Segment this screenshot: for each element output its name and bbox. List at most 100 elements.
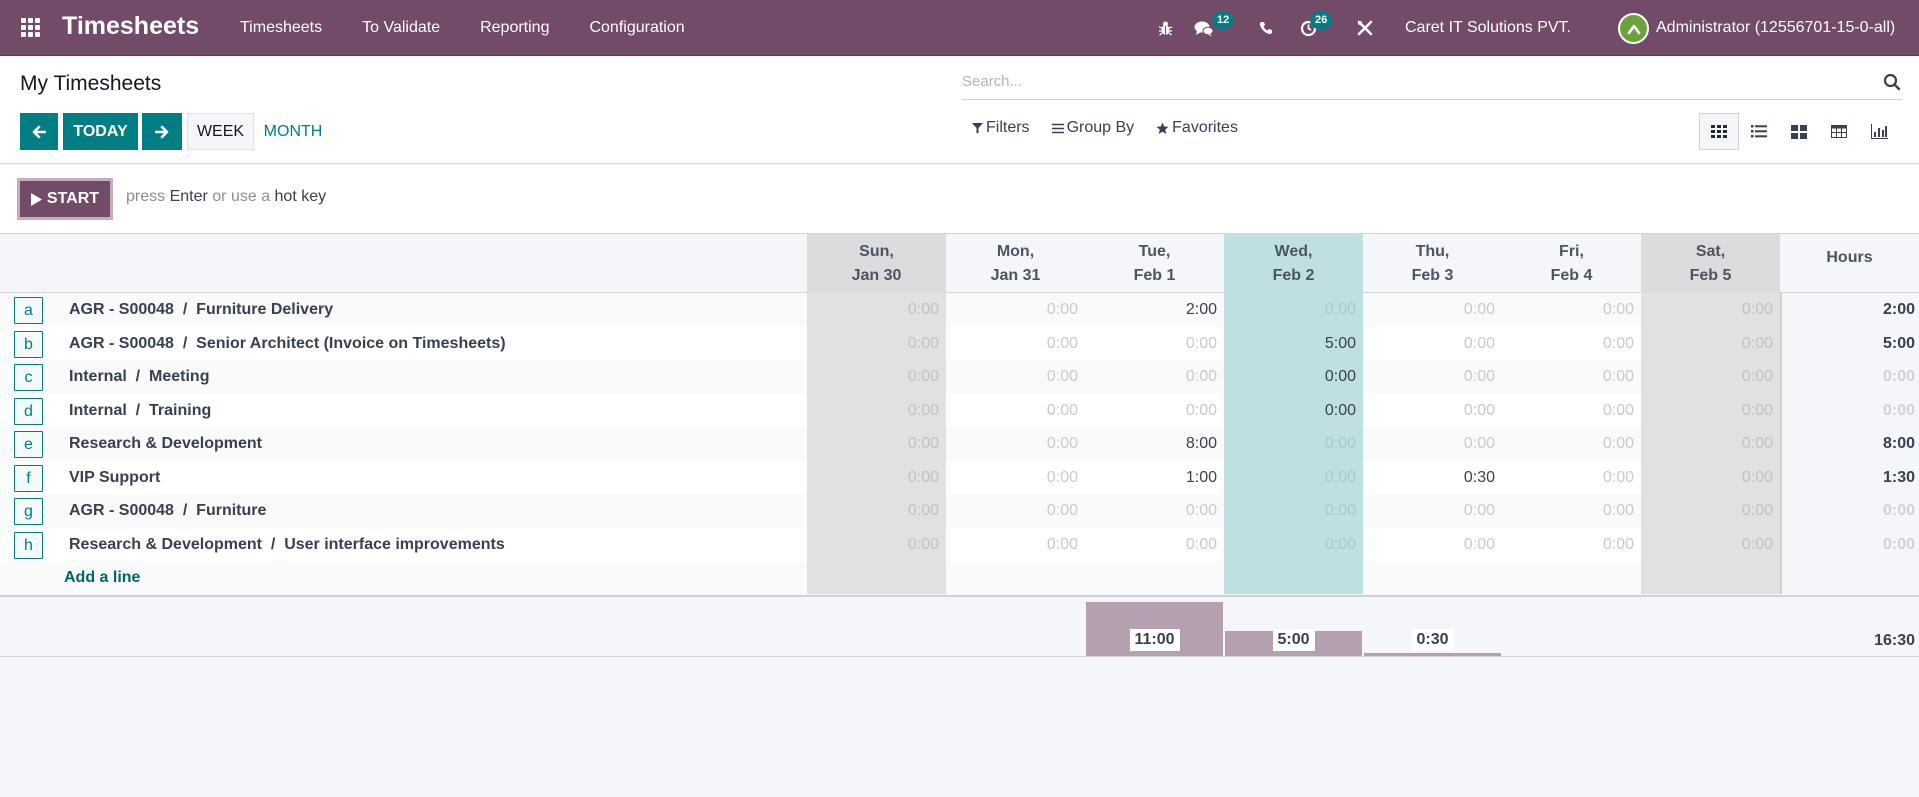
row-hotkey[interactable]: a: [14, 297, 43, 324]
time-cell[interactable]: 0:00: [1641, 527, 1780, 561]
time-cell[interactable]: 0:00: [807, 494, 946, 528]
time-cell[interactable]: 0:00: [1641, 360, 1780, 394]
pivot-view-button[interactable]: [1819, 113, 1859, 150]
today-button[interactable]: TODAY: [63, 113, 138, 150]
time-cell[interactable]: 0:00: [1085, 394, 1224, 428]
time-cell[interactable]: 0:00: [1641, 494, 1780, 528]
week-range-button[interactable]: WEEK: [187, 113, 254, 150]
tools-icon[interactable]: [1354, 17, 1376, 39]
menu-reporting[interactable]: Reporting: [460, 0, 569, 56]
row-project-task[interactable]: Research & Development / User interface …: [69, 528, 505, 561]
row-hotkey[interactable]: b: [14, 330, 43, 358]
menu-configuration[interactable]: Configuration: [569, 0, 704, 56]
time-cell[interactable]: 0:30: [1363, 461, 1502, 495]
row-project-task[interactable]: AGR - S00048 / Furniture Delivery: [69, 293, 333, 326]
time-cell[interactable]: 0:00: [807, 293, 946, 327]
row-hotkey[interactable]: g: [14, 498, 43, 525]
next-period-button[interactable]: [142, 113, 182, 150]
time-cell[interactable]: 5:00: [1224, 326, 1363, 360]
time-cell[interactable]: 0:00: [807, 460, 946, 494]
grid-view-button[interactable]: [1699, 113, 1739, 150]
time-cell[interactable]: 0:00: [1363, 360, 1502, 394]
time-cell[interactable]: 0:00: [1502, 427, 1641, 461]
row-hotkey[interactable]: h: [14, 531, 43, 559]
menu-to-validate[interactable]: To Validate: [342, 0, 460, 56]
previous-period-button[interactable]: [20, 113, 58, 150]
time-cell[interactable]: 0:00: [1085, 327, 1224, 361]
row-project-task[interactable]: Research & Development: [69, 427, 262, 460]
search-icon[interactable]: [1882, 72, 1902, 92]
time-cell[interactable]: 0:00: [1224, 494, 1363, 528]
group-by-dropdown[interactable]: Group By: [1051, 119, 1134, 137]
time-cell[interactable]: 0:00: [1502, 528, 1641, 562]
month-range-button[interactable]: MONTH: [258, 113, 328, 150]
phone-icon[interactable]: [1255, 17, 1277, 39]
favorites-dropdown[interactable]: Favorites: [1156, 119, 1238, 137]
time-cell[interactable]: 0:00: [1641, 326, 1780, 360]
time-cell[interactable]: 0:00: [1502, 394, 1641, 428]
add-line-link[interactable]: Add a line: [64, 561, 140, 594]
time-cell[interactable]: 0:00: [946, 327, 1085, 361]
time-cell[interactable]: 0:00: [1502, 327, 1641, 361]
time-cell[interactable]: 0:00: [1502, 293, 1641, 327]
time-cell[interactable]: 1:00: [1085, 461, 1224, 495]
time-cell[interactable]: 0:00: [1224, 393, 1363, 427]
time-cell[interactable]: 0:00: [807, 326, 946, 360]
row-hotkey[interactable]: d: [14, 397, 43, 425]
row-project-task[interactable]: AGR - S00048 / Furniture: [69, 494, 266, 527]
apps-menu-icon[interactable]: [21, 18, 40, 37]
time-cell[interactable]: 0:00: [1085, 494, 1224, 528]
time-cell[interactable]: 0:00: [1641, 460, 1780, 494]
time-cell[interactable]: 0:00: [1641, 393, 1780, 427]
bug-icon[interactable]: [1154, 17, 1176, 39]
time-cell[interactable]: 0:00: [807, 393, 946, 427]
time-cell[interactable]: 0:00: [1224, 360, 1363, 394]
row-hotkey[interactable]: f: [14, 464, 43, 492]
time-cell[interactable]: 0:00: [946, 293, 1085, 327]
filters-dropdown[interactable]: Filters: [972, 119, 1030, 137]
time-cell[interactable]: 0:00: [1363, 427, 1502, 461]
time-cell[interactable]: 0:00: [1224, 527, 1363, 561]
company-switcher[interactable]: Caret IT Solutions PVT.: [1405, 0, 1571, 56]
time-cell[interactable]: 0:00: [1363, 327, 1502, 361]
time-cell[interactable]: 0:00: [946, 494, 1085, 528]
time-cell[interactable]: 0:00: [946, 394, 1085, 428]
time-cell[interactable]: 0:00: [1363, 394, 1502, 428]
graph-view-button[interactable]: [1859, 113, 1899, 150]
user-menu[interactable]: Administrator (12556701-15-0-all): [1656, 0, 1895, 56]
time-cell[interactable]: 0:00: [946, 528, 1085, 562]
time-cell[interactable]: 0:00: [946, 461, 1085, 495]
time-cell[interactable]: 0:00: [807, 427, 946, 461]
time-cell[interactable]: 0:00: [1224, 460, 1363, 494]
time-cell[interactable]: 0:00: [807, 527, 946, 561]
time-cell[interactable]: 2:00: [1085, 293, 1224, 327]
time-cell[interactable]: 0:00: [1363, 293, 1502, 327]
app-title[interactable]: Timesheets: [62, 12, 199, 41]
menu-timesheets[interactable]: Timesheets: [220, 0, 342, 56]
time-cell[interactable]: 0:00: [807, 360, 946, 394]
row-project-task[interactable]: AGR - S00048 / Senior Architect (Invoice…: [69, 327, 506, 360]
time-cell[interactable]: 0:00: [1502, 360, 1641, 394]
time-cell[interactable]: 0:00: [1641, 427, 1780, 461]
time-cell[interactable]: 0:00: [1224, 293, 1363, 327]
time-cell[interactable]: 0:00: [1363, 494, 1502, 528]
time-cell[interactable]: 0:00: [1502, 461, 1641, 495]
time-cell[interactable]: 8:00: [1085, 427, 1224, 461]
row-hotkey[interactable]: e: [14, 431, 43, 458]
time-cell[interactable]: 0:00: [1085, 360, 1224, 394]
row-project-task[interactable]: Internal / Training: [69, 394, 211, 427]
list-view-button[interactable]: [1739, 113, 1779, 150]
time-cell[interactable]: 0:00: [1641, 293, 1780, 327]
time-cell[interactable]: 0:00: [1502, 494, 1641, 528]
time-cell[interactable]: 0:00: [1224, 427, 1363, 461]
time-cell[interactable]: 0:00: [946, 360, 1085, 394]
time-cell[interactable]: 0:00: [1363, 528, 1502, 562]
row-hotkey[interactable]: c: [14, 364, 43, 391]
search-input[interactable]: [962, 66, 1862, 96]
kanban-view-button[interactable]: [1779, 113, 1819, 150]
user-avatar[interactable]: [1618, 13, 1649, 44]
time-cell[interactable]: 0:00: [1085, 528, 1224, 562]
time-cell[interactable]: 0:00: [946, 427, 1085, 461]
start-timer-button[interactable]: START: [17, 178, 113, 220]
row-project-task[interactable]: Internal / Meeting: [69, 360, 209, 393]
